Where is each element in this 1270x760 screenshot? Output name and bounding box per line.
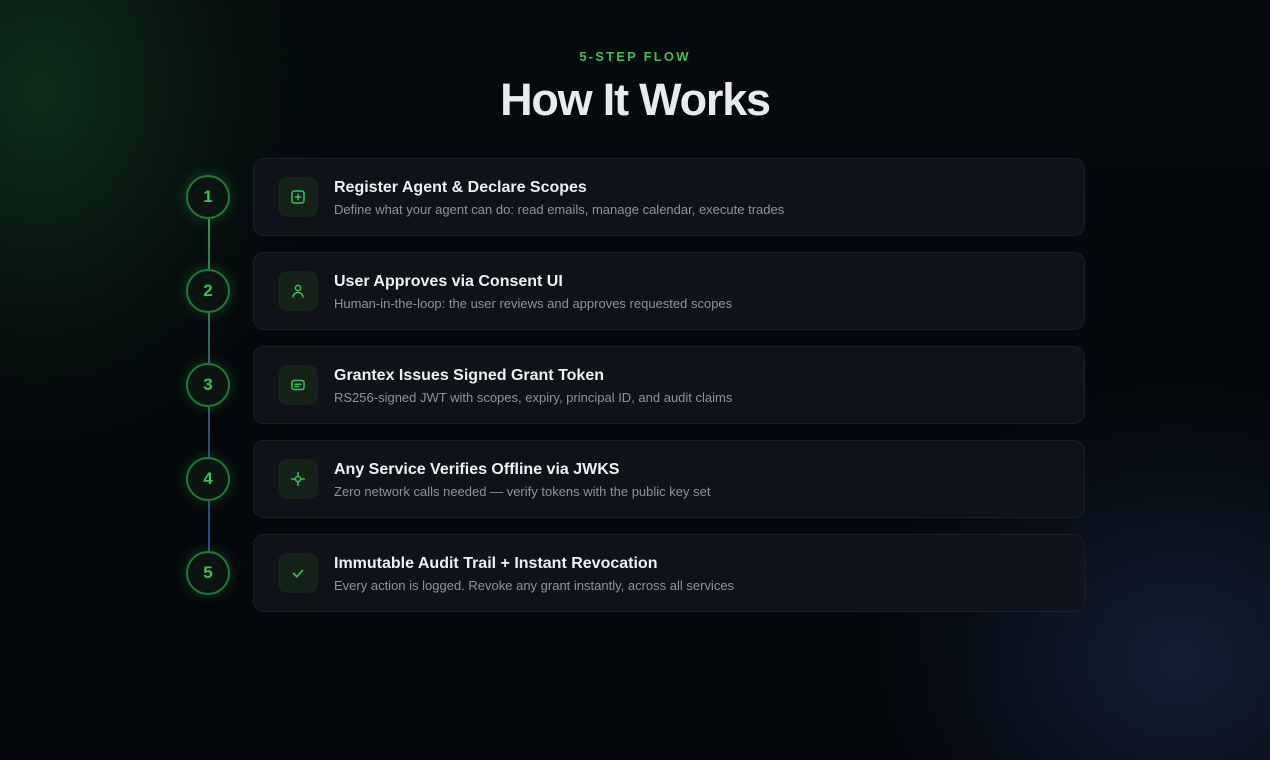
step-title: Register Agent & Declare Scopes (334, 179, 587, 196)
timeline-connector-4-5 (208, 501, 210, 551)
step-card-verify-offline[interactable]: Any Service Verifies Offline via JWKS Ze… (253, 440, 1085, 518)
step-description: Zero network calls needed — verify token… (334, 484, 711, 499)
step-card-user-approves[interactable]: User Approves via Consent UI Human-in-th… (253, 252, 1085, 330)
step-description: Define what your agent can do: read emai… (334, 202, 785, 217)
step-card-register-agent[interactable]: Register Agent & Declare Scopes Define w… (253, 158, 1085, 236)
user-icon (278, 271, 318, 311)
step-title: User Approves via Consent UI (334, 273, 563, 290)
step-title: Any Service Verifies Offline via JWKS (334, 461, 620, 478)
step-title: Grantex Issues Signed Grant Token (334, 367, 604, 384)
step-card-issue-token[interactable]: Grantex Issues Signed Grant Token RS256-… (253, 346, 1085, 424)
token-card-icon (278, 365, 318, 405)
check-icon (278, 553, 318, 593)
timeline-connector-1-2 (208, 219, 210, 269)
step-number-badge: 3 (186, 363, 230, 407)
section-title: How It Works (500, 74, 771, 125)
step-description: RS256-signed JWT with scopes, expiry, pr… (334, 390, 733, 405)
step-description: Human-in-the-loop: the user reviews and … (334, 296, 733, 311)
timeline-connector-3-4 (208, 407, 210, 457)
step-number-badge: 5 (186, 551, 230, 595)
step-card-audit-trail[interactable]: Immutable Audit Trail + Instant Revocati… (253, 534, 1085, 612)
plus-square-icon (278, 177, 318, 217)
crosshair-icon (278, 459, 318, 499)
step-title: Immutable Audit Trail + Instant Revocati… (334, 555, 658, 572)
step-number-badge: 4 (186, 457, 230, 501)
step-description: Every action is logged. Revoke any grant… (334, 578, 735, 593)
timeline-connector-2-3 (208, 313, 210, 363)
step-number-badge: 2 (186, 269, 230, 313)
section-eyebrow: 5-STEP FLOW (579, 49, 691, 64)
step-number-badge: 1 (186, 175, 230, 219)
